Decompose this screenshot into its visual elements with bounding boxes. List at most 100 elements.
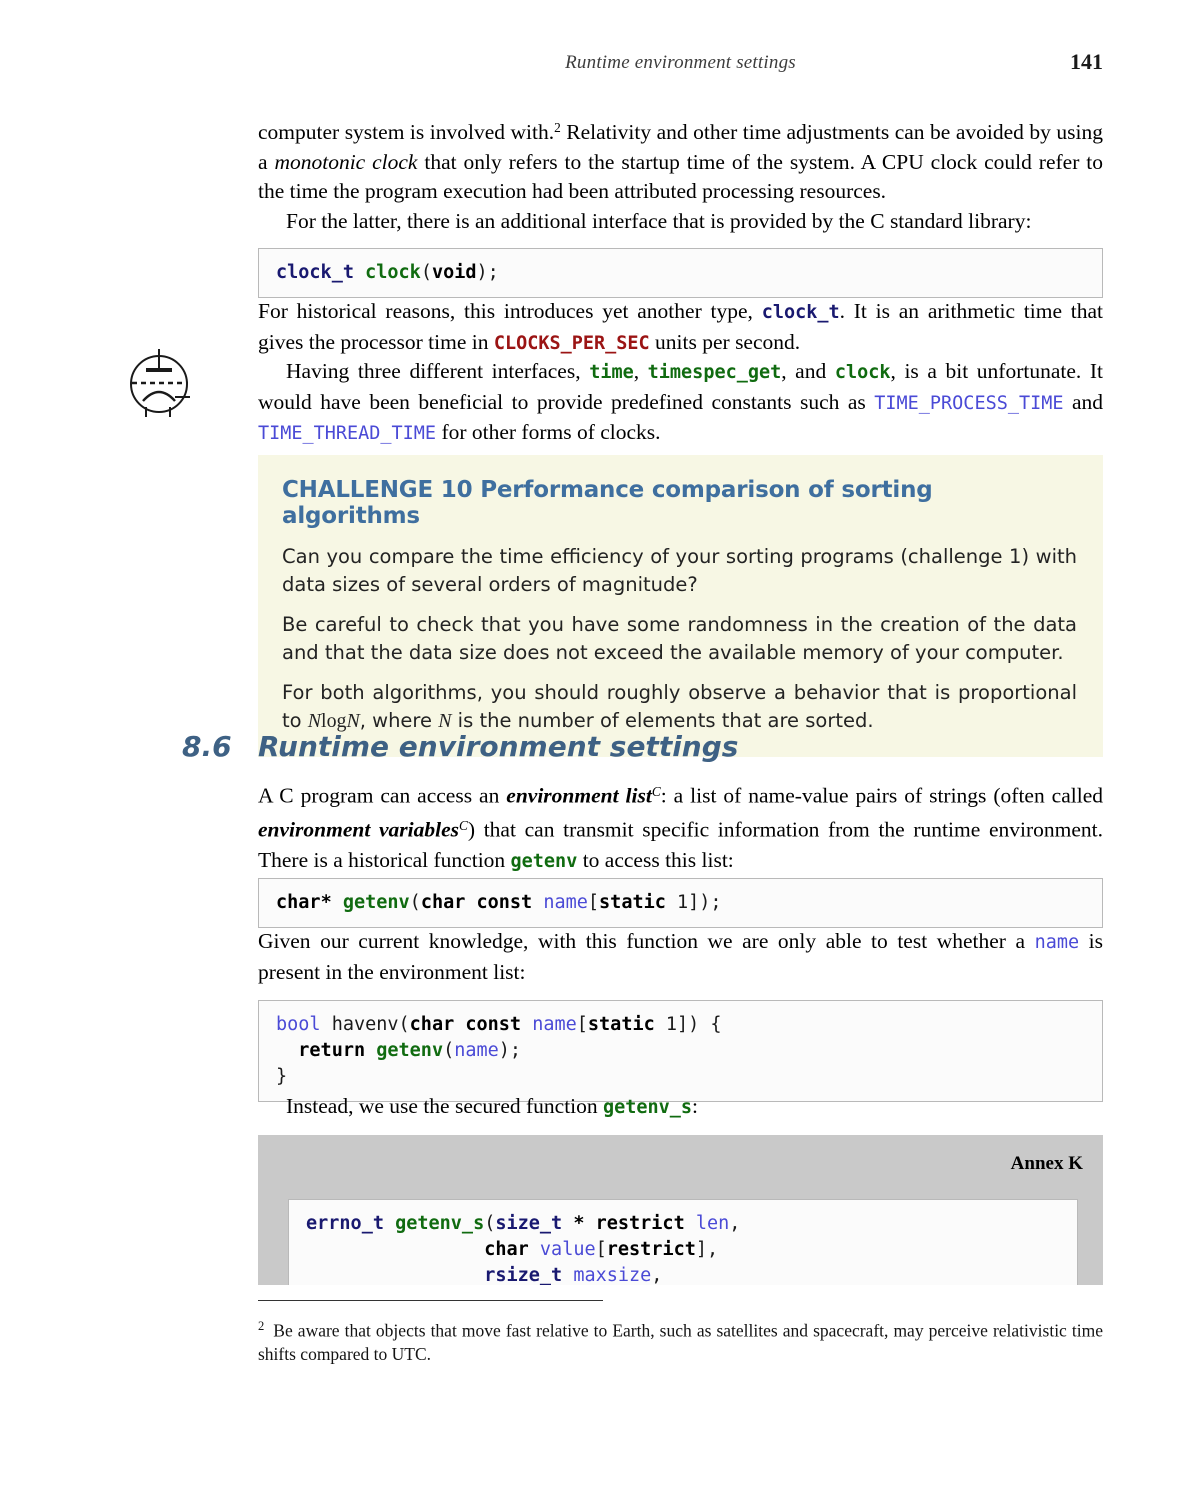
section-heading: 8.6 Runtime environment settings bbox=[182, 730, 1102, 763]
inline-code-time-process-time: TIME_PROCESS_TIME bbox=[874, 392, 1064, 414]
code-block-getenv-s-declaration: errno_t getenv_s(size_t * restrict len, … bbox=[288, 1199, 1078, 1285]
code-token: ); bbox=[498, 1040, 522, 1061]
code-token: void bbox=[431, 262, 477, 283]
code-token: , bbox=[729, 1213, 741, 1234]
code-token: getenv bbox=[342, 892, 410, 913]
p7-text-a: Instead, we use the secured function bbox=[286, 1094, 604, 1118]
paragraph-for-the-latter: For the latter, there is an additional i… bbox=[258, 207, 1103, 237]
code-token: clock_t bbox=[276, 262, 354, 283]
p3-text-c: units per second. bbox=[649, 329, 801, 354]
challenge-paragraph-2: Be careful to check that you have some r… bbox=[282, 613, 1077, 664]
code-token: maxsize bbox=[573, 1265, 652, 1285]
inline-code-time-thread-time: TIME_THREAD_TIME bbox=[258, 423, 437, 445]
footnote-marker-inline: 2 bbox=[554, 120, 561, 135]
code-token: size_t bbox=[495, 1213, 563, 1234]
term-superscript-c-1: C bbox=[651, 784, 661, 799]
code-token: ], bbox=[695, 1239, 719, 1260]
document-page: Runtime environment settings 141 compute… bbox=[0, 0, 1196, 1500]
section-title: Runtime environment settings bbox=[258, 730, 739, 763]
page-number: 141 bbox=[1070, 49, 1103, 74]
code-token: char const bbox=[420, 892, 533, 913]
code-token: ); bbox=[476, 262, 499, 283]
code-token: 1 bbox=[677, 892, 689, 913]
code-token: bool bbox=[276, 1014, 321, 1035]
paragraph-intro: computer system is involved with.2 Relat… bbox=[258, 113, 1103, 237]
p4-text-b: , bbox=[633, 359, 648, 383]
code-token: 1]) { bbox=[654, 1014, 722, 1035]
code-token: [ bbox=[595, 1239, 607, 1260]
code-token: ( bbox=[420, 262, 432, 283]
challenge-p3-text-c: is the number of elements that are sorte… bbox=[451, 709, 874, 732]
code-token: ( bbox=[409, 892, 421, 913]
inline-code-clock-t: clock_t bbox=[761, 302, 840, 323]
math-log: log bbox=[321, 710, 347, 732]
code-token: restrict bbox=[595, 1213, 685, 1234]
p5-text-a: A C program can access an bbox=[258, 783, 507, 808]
code-token: [ bbox=[587, 892, 600, 913]
footnote-number: 2 bbox=[258, 1319, 265, 1333]
p4-text-f: for other forms of clocks. bbox=[436, 420, 661, 445]
math-n-2: N bbox=[346, 710, 360, 732]
math-n-3: N bbox=[438, 710, 452, 732]
code-block-clock-declaration: clock_t clock(void); bbox=[258, 248, 1103, 298]
p6-text-a: Given our current knowledge, with this f… bbox=[258, 929, 1035, 953]
challenge-paragraph-1: Can you compare the time efficiency of y… bbox=[282, 545, 1077, 596]
inline-code-getenv-s: getenv_s bbox=[603, 1097, 693, 1118]
p1-emphasis-monotonic-clock: monotonic clock bbox=[274, 149, 418, 174]
paragraph-given-our-knowledge: Given our current knowledge, with this f… bbox=[258, 927, 1103, 987]
term-superscript-c-2: C bbox=[458, 818, 468, 834]
code-token: len bbox=[695, 1213, 730, 1234]
code-token: havenv( bbox=[320, 1014, 410, 1035]
code-token: value bbox=[539, 1239, 596, 1260]
inline-code-clock: clock bbox=[834, 362, 891, 383]
p5-text-d: to access this list: bbox=[577, 847, 734, 872]
paragraph-three-interfaces: Having three different interfaces, time,… bbox=[258, 357, 1103, 449]
code-block-getenv-declaration: char* getenv(char const name[static 1]); bbox=[258, 878, 1103, 928]
code-token: } bbox=[276, 1066, 288, 1087]
code-token: ( bbox=[443, 1040, 455, 1061]
section-number: 8.6 bbox=[182, 730, 232, 763]
annex-k-label: Annex K bbox=[1010, 1153, 1083, 1174]
p4-text-c: , and bbox=[781, 359, 835, 383]
math-n-1: N bbox=[307, 710, 322, 732]
footnote-text: Be aware that objects that move fast rel… bbox=[258, 1320, 1103, 1365]
inline-code-name: name bbox=[1034, 932, 1080, 953]
term-environment-list: environment list bbox=[506, 783, 652, 808]
code-token: return bbox=[298, 1040, 366, 1061]
inline-code-time: time bbox=[589, 362, 634, 383]
paragraph-instead-secured: Instead, we use the secured function get… bbox=[258, 1092, 1103, 1123]
code-token: name bbox=[454, 1040, 499, 1061]
p4-text-e: and bbox=[1063, 389, 1104, 414]
code-token: clock bbox=[365, 262, 421, 283]
inline-code-getenv: getenv bbox=[510, 850, 578, 872]
challenge-p3-text-b: , where bbox=[359, 709, 439, 732]
p5-text-b: : a list of name-value pairs of strings … bbox=[660, 783, 1103, 808]
p7-text-b: : bbox=[692, 1094, 699, 1118]
inline-code-timespec-get: timespec_get bbox=[647, 362, 782, 383]
code-token: [ bbox=[576, 1014, 588, 1035]
footnote-rule bbox=[258, 1300, 603, 1301]
challenge-heading: CHALLENGE 10 Performance comparison of s… bbox=[282, 477, 933, 529]
code-token: getenv bbox=[376, 1040, 444, 1061]
code-token: name bbox=[543, 892, 588, 913]
code-token: name bbox=[532, 1014, 577, 1035]
running-head: Runtime environment settings 141 bbox=[258, 49, 1103, 82]
code-block-havenv-definition: bool havenv(char const name[static 1]) {… bbox=[258, 1000, 1103, 1102]
code-token: * bbox=[320, 892, 332, 913]
paragraph-historical-reasons: For historical reasons, this introduces … bbox=[258, 297, 1103, 358]
p2-text: For the latter, there is an additional i… bbox=[286, 209, 1032, 234]
vacuum-tube-icon bbox=[126, 345, 196, 417]
paragraph-environment-list: A C program can access an environment li… bbox=[258, 777, 1103, 876]
challenge-paragraph-3: For both algorithms, you should roughly … bbox=[282, 679, 1077, 735]
